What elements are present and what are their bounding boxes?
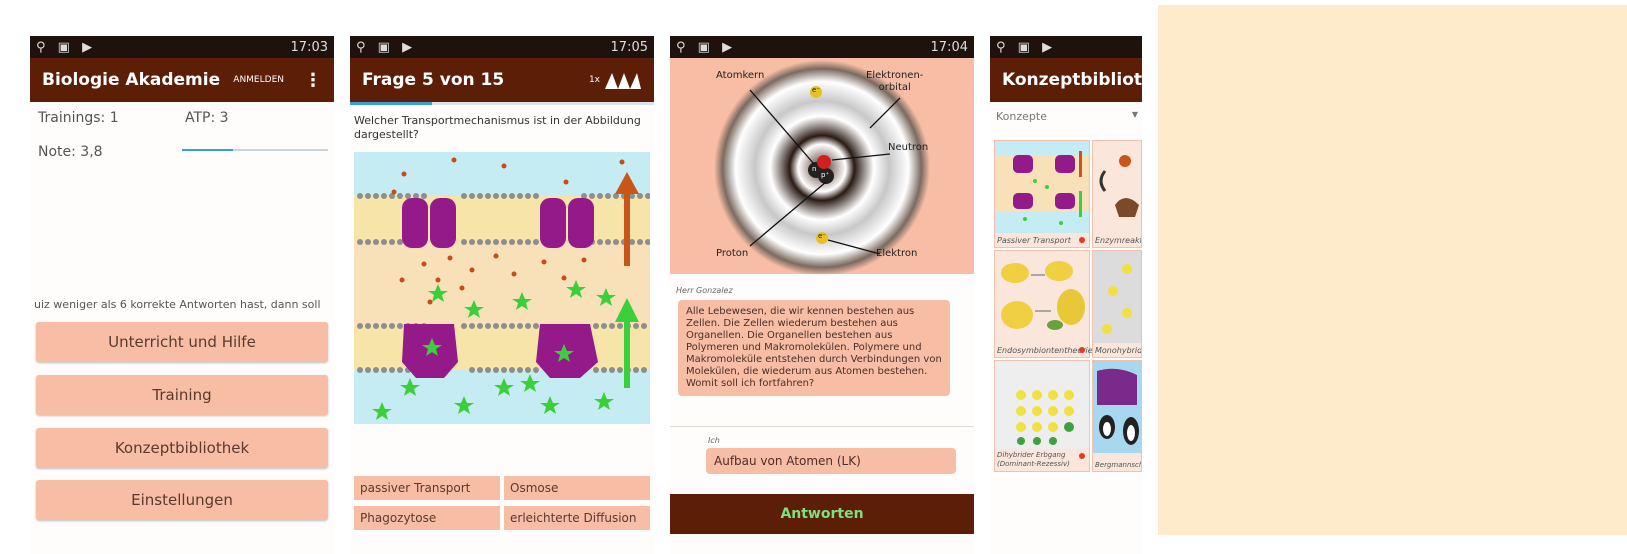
question-counter-title: Frage 5 von 15	[362, 70, 505, 90]
grade: Note: 3,8	[38, 144, 103, 160]
card-label: Dihybrider Erbgang (Dominant-Rezessiv)	[997, 451, 1070, 468]
screen-quiz: ⚲ ▣ ▶ 17:05 Frage 5 von 15 1x Welcher Tr…	[350, 36, 654, 554]
status-icons: ⚲ ▣ ▶	[36, 39, 97, 55]
attempt-counter: 1x	[588, 75, 600, 85]
answer-option-facilitated-diffusion[interactable]: erleichterte Diffusion	[504, 506, 650, 530]
status-bar: ⚲ ▣ ▶ 17:04	[670, 36, 974, 58]
overflow-menu-icon[interactable]: ⋮	[304, 70, 322, 91]
app-title: Biologie Akademie	[42, 70, 221, 90]
question-text: Welcher Transportmechanismus ist in der …	[354, 114, 641, 141]
status-time: 17:04	[930, 39, 968, 55]
library-title: Konzeptbibliothek	[1002, 70, 1142, 90]
label-orbital: Elektronen- orbital	[866, 70, 924, 93]
label-neutron: Neutron	[888, 142, 929, 153]
dihybrid-thumbnail	[995, 361, 1089, 449]
status-bar: ⚲ ▣ ▶	[990, 36, 1142, 58]
electron-symbol-bottom: e⁻	[818, 232, 827, 240]
quiz-progress-bar	[350, 102, 654, 105]
screen-concept-library: ⚲ ▣ ▶ Konzeptbibliothek Konzepte ▼ Passi…	[990, 36, 1142, 554]
teacher-message-bubble: Alle Lebewesen, die wir kennen bestehen …	[678, 300, 950, 396]
neutron-symbol: n	[812, 165, 817, 173]
concept-card-bergmann[interactable]: Bergmannsche	[1092, 360, 1142, 472]
monohybrid-thumbnail	[1093, 251, 1141, 343]
electron-symbol-top: e⁻	[812, 86, 821, 94]
dropdown-arrow-icon: ▼	[1131, 110, 1138, 119]
answer-option-phagocytosis[interactable]: Phagozytose	[354, 506, 500, 530]
answer-option-passive-transport[interactable]: passiver Transport	[354, 476, 500, 500]
settings-button[interactable]: Einstellungen	[36, 480, 328, 520]
status-bar: ⚲ ▣ ▶ 17:05	[350, 36, 654, 58]
label-nucleus: Atomkern	[716, 70, 765, 81]
speaker-name-teacher: Herr Gonzalez	[676, 286, 733, 295]
app-logo-icon	[605, 73, 641, 89]
user-reply-option[interactable]: Aufbau von Atomen (LK)	[706, 448, 956, 474]
speaker-name-user: Ich	[708, 436, 720, 445]
enzymes-thumbnail	[1093, 141, 1141, 233]
status-time: 17:03	[290, 39, 328, 55]
atp-count: ATP: 3	[185, 110, 229, 126]
status-bar: ⚲ ▣ ▶ 17:03	[30, 36, 334, 58]
card-label: Monohybride	[1095, 346, 1142, 355]
trainings-count: Trainings: 1	[38, 110, 119, 126]
grade-progress-bar	[182, 149, 328, 151]
right-placeholder-panel	[1158, 5, 1627, 535]
status-icons: ⚲ ▣ ▶	[356, 39, 417, 55]
concept-library-button[interactable]: Konzeptbibliothek	[36, 428, 328, 468]
concept-card-passive-transport[interactable]: Passiver Transport	[994, 140, 1090, 248]
label-proton: Proton	[716, 248, 749, 259]
quiz-progress-fill	[350, 102, 433, 105]
concept-card-endosymbiont[interactable]: Endosymbiontentheorie	[994, 250, 1093, 358]
concept-card-enzymes[interactable]: Enzymreaktionen	[1092, 140, 1142, 248]
dropdown-value: Konzepte	[996, 110, 1047, 123]
app-bar: Biologie Akademie ANMELDEN ⋮	[30, 58, 334, 102]
new-badge-dot	[1079, 237, 1085, 243]
proton-symbol: p⁺	[821, 171, 830, 179]
answer-button[interactable]: Antworten	[670, 494, 974, 534]
concept-card-monohybrid[interactable]: Monohybride	[1092, 250, 1142, 358]
card-label: Bergmannsche	[1095, 461, 1141, 469]
training-button[interactable]: Training	[36, 375, 328, 415]
divider	[670, 426, 974, 427]
card-label: Enzymreaktionen	[1095, 236, 1141, 245]
status-icons: ⚲ ▣ ▶	[676, 39, 737, 55]
concept-card-dihybrid[interactable]: Dihybrider Erbgang (Dominant-Rezessiv)	[994, 360, 1090, 472]
passive-transport-thumbnail	[995, 141, 1089, 233]
notice-text: uiz weniger als 6 korrekte Antworten has…	[34, 298, 321, 311]
status-icons: ⚲ ▣ ▶	[996, 39, 1057, 55]
membrane-transport-illustration	[354, 152, 650, 424]
screen-main-menu: ⚲ ▣ ▶ 17:03 Biologie Akademie ANMELDEN ⋮…	[30, 36, 334, 554]
app-bar: Frage 5 von 15 1x	[350, 58, 654, 102]
endosymbiont-thumbnail	[995, 251, 1089, 343]
new-badge-dot	[1079, 453, 1085, 459]
card-label: Passiver Transport	[997, 236, 1071, 245]
app-bar: Konzeptbibliothek	[990, 58, 1142, 102]
lessons-button[interactable]: Unterricht und Hilfe	[36, 322, 328, 362]
login-button[interactable]: ANMELDEN	[233, 75, 284, 85]
concept-dropdown[interactable]: Konzepte ▼	[996, 110, 1138, 123]
grade-progress-fill	[182, 149, 234, 151]
atom-diagram	[714, 60, 930, 274]
status-time: 17:05	[610, 39, 648, 55]
screen-dialog: ⚲ ▣ ▶ 17:04 Atomkern Elektronen- orbital…	[670, 36, 974, 554]
new-badge-dot	[1079, 347, 1085, 353]
label-electron: Elektron	[876, 248, 918, 259]
bergmann-thumbnail	[1093, 361, 1141, 453]
answer-option-osmosis[interactable]: Osmose	[504, 476, 650, 500]
